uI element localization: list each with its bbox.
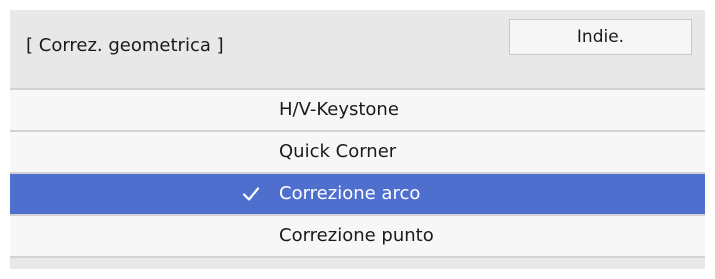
menu-item-label: Correzione punto <box>279 225 434 246</box>
dialog-header: [ Correz. geometrica ] Indie. <box>10 10 705 88</box>
geometric-correction-dialog: [ Correz. geometrica ] Indie. H/V-Keysto… <box>10 10 705 269</box>
menu-item-label: Quick Corner <box>279 141 397 162</box>
menu-item-correzione-arco[interactable]: Correzione arco <box>10 174 705 214</box>
page-title: [ Correz. geometrica ] <box>26 35 224 56</box>
divider <box>10 256 705 258</box>
menu-item-quick-corner[interactable]: Quick Corner <box>10 132 705 172</box>
dialog-footer <box>10 261 705 269</box>
back-button[interactable]: Indie. <box>509 19 692 55</box>
menu-item-hv-keystone[interactable]: H/V-Keystone <box>10 90 705 130</box>
checkmark-icon <box>242 187 260 201</box>
menu-item-label: Correzione arco <box>279 183 421 204</box>
menu-item-correzione-punto[interactable]: Correzione punto <box>10 216 705 256</box>
menu-item-label: H/V-Keystone <box>279 99 399 120</box>
